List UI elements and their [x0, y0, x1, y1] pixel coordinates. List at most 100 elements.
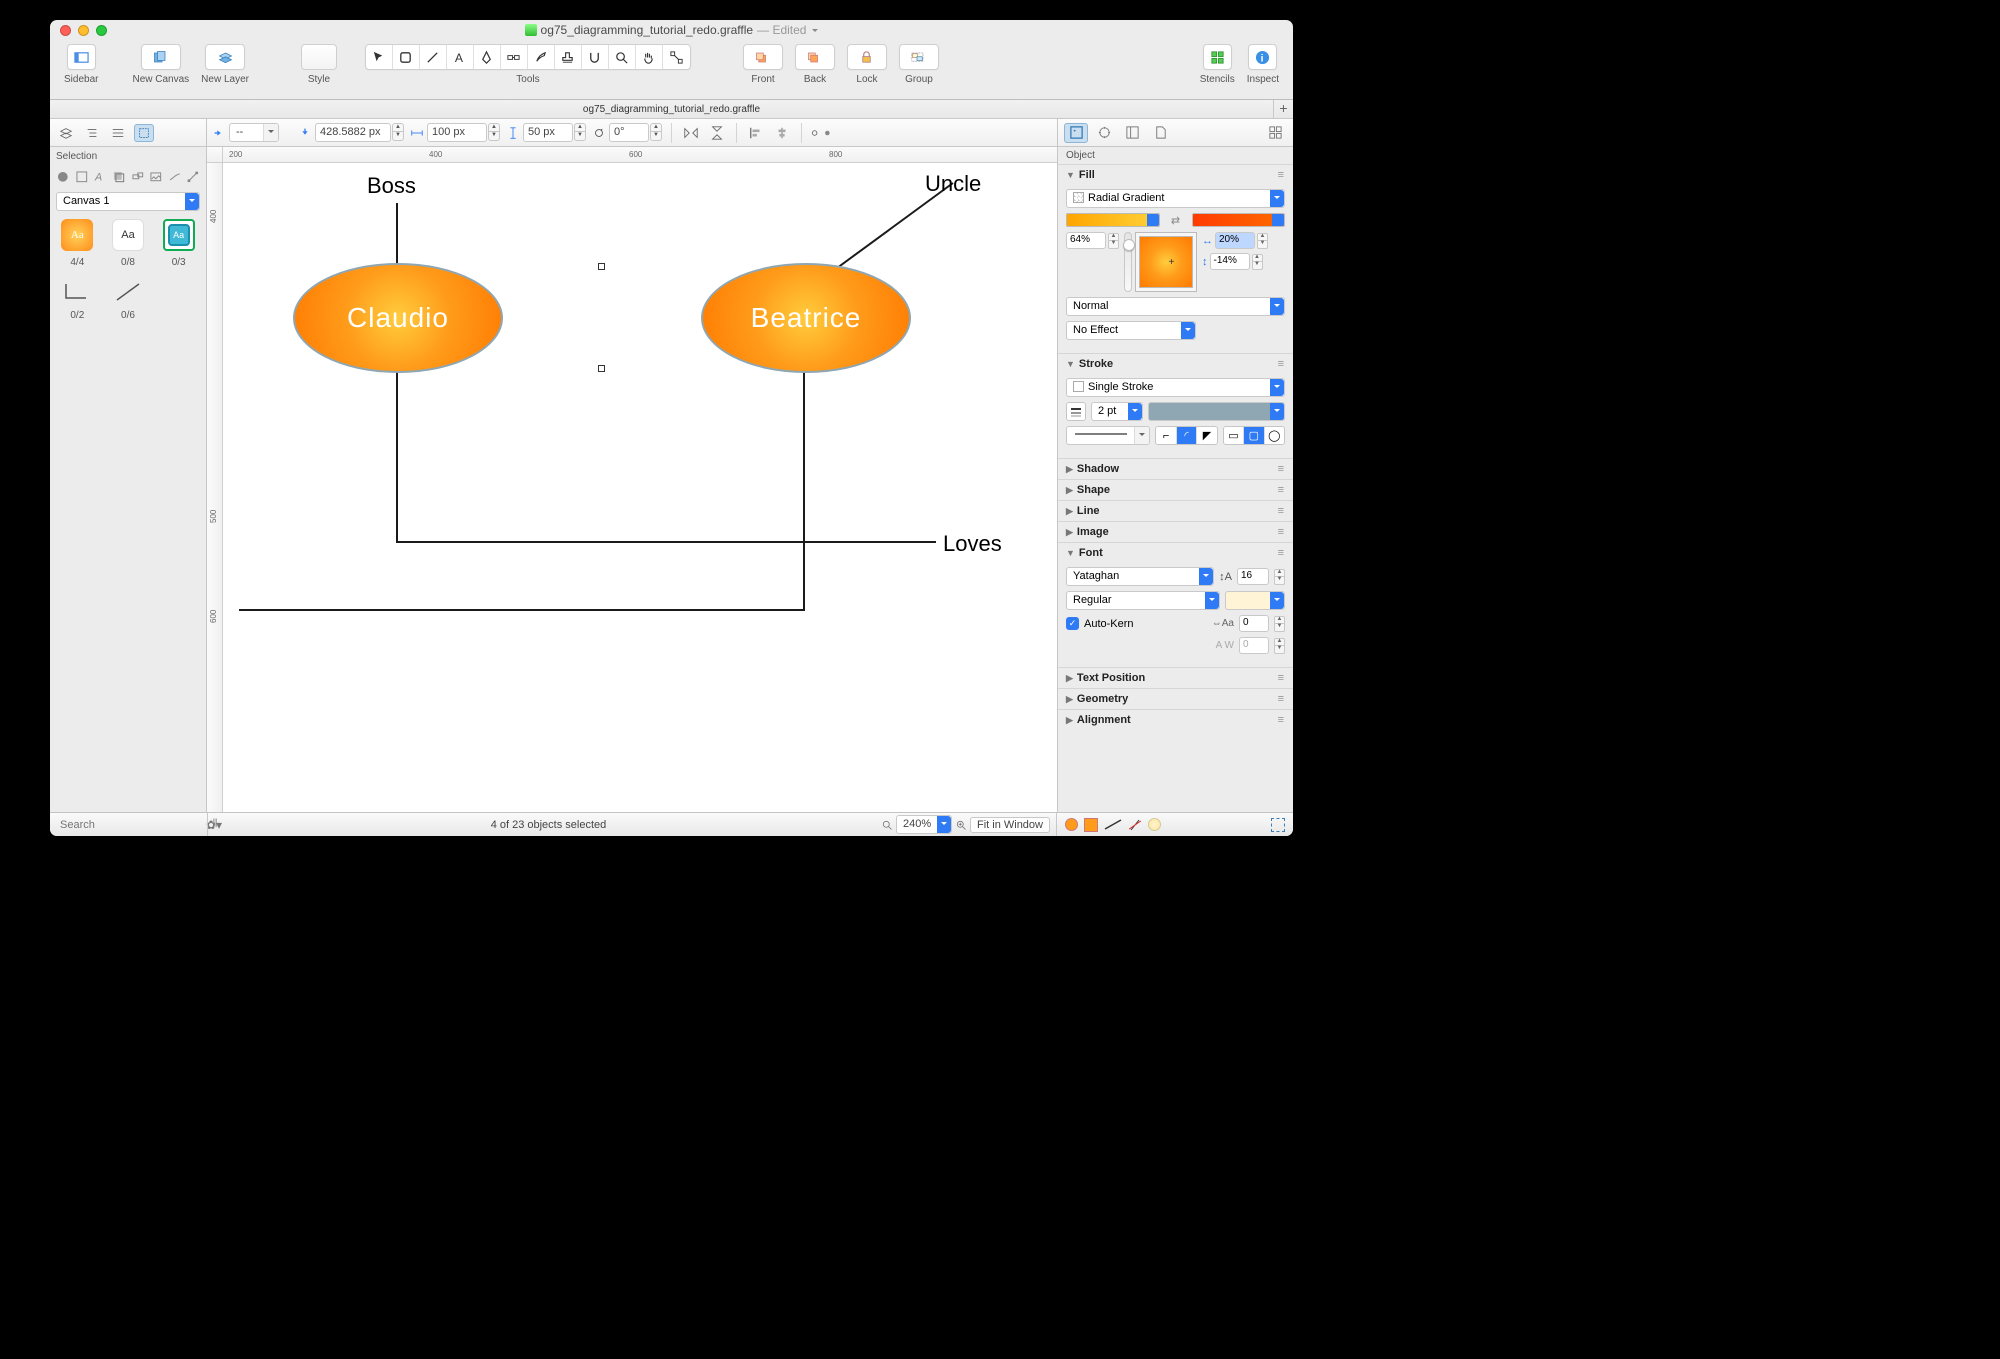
section-menu-icon[interactable]: ≡ — [1278, 714, 1285, 726]
node-claudio[interactable]: Claudio — [293, 263, 503, 373]
cap-style-seg[interactable]: ▭▢◯ — [1223, 426, 1285, 445]
outline-tab[interactable] — [82, 124, 102, 142]
object-inspector-tab[interactable] — [1064, 123, 1088, 143]
bring-front-button[interactable] — [744, 45, 782, 69]
section-menu-icon[interactable]: ≡ — [1278, 169, 1285, 181]
filter-connections-icon[interactable] — [186, 170, 200, 184]
zoom-tool[interactable] — [609, 45, 636, 69]
filter-line-icon[interactable] — [168, 170, 182, 184]
node-beatrice[interactable]: Beatrice — [701, 263, 911, 373]
disclosure-triangle-icon[interactable]: ▶ — [1066, 527, 1073, 538]
font-color-select[interactable] — [1225, 591, 1285, 610]
stepper-up[interactable]: ▲ — [488, 123, 500, 132]
stepper-down[interactable]: ▼ — [392, 132, 404, 141]
section-menu-icon[interactable]: ≡ — [1278, 547, 1285, 559]
selection-handle[interactable] — [598, 365, 605, 372]
stepper-down[interactable]: ▼ — [650, 132, 662, 141]
flip-h-button[interactable] — [680, 123, 702, 143]
ruler-horizontal[interactable]: 200 400 600 800 — [207, 147, 1057, 163]
style-dot-line[interactable] — [1104, 818, 1122, 831]
canvas-inspector-tab[interactable] — [1120, 123, 1144, 143]
stepper-up[interactable]: ▲ — [650, 123, 662, 132]
stepper[interactable]: ▲▼ — [1274, 638, 1285, 654]
presentation-icon[interactable] — [1271, 818, 1285, 832]
section-menu-icon[interactable]: ≡ — [1278, 463, 1285, 475]
gradient-color-1[interactable] — [1066, 213, 1160, 227]
new-canvas-button[interactable] — [142, 45, 180, 69]
align-center-h-button[interactable] — [771, 123, 793, 143]
distribute-button[interactable] — [810, 123, 832, 143]
corner-style-seg[interactable]: ⌐◜◤ — [1155, 426, 1217, 445]
fill-type-select[interactable]: Radial Gradient — [1066, 189, 1285, 208]
section-menu-icon[interactable]: ≡ — [1278, 672, 1285, 684]
stepper-up[interactable]: ▲ — [392, 123, 404, 132]
disclosure-triangle-icon[interactable]: ▶ — [1066, 506, 1073, 517]
label-loves[interactable]: Loves — [943, 531, 1002, 557]
disclosure-triangle-icon[interactable]: ▶ — [1066, 694, 1073, 705]
style-dot-shadow[interactable] — [1148, 818, 1161, 831]
disclosure-triangle-icon[interactable]: ▶ — [1066, 715, 1073, 726]
disclosure-triangle-icon[interactable]: ▶ — [1066, 464, 1073, 475]
font-weight-select[interactable]: Regular — [1066, 591, 1220, 610]
label-boss[interactable]: Boss — [367, 173, 416, 199]
magnet-tool[interactable] — [582, 45, 609, 69]
select-tool[interactable] — [366, 45, 393, 69]
add-tab-button[interactable]: + — [1273, 100, 1293, 119]
style-dot-stroke[interactable] — [1084, 818, 1098, 832]
stroke-align-icon[interactable] — [1066, 402, 1086, 421]
pen-tool[interactable] — [474, 45, 501, 69]
stroke-width-select[interactable]: 2 pt — [1091, 402, 1143, 421]
point-edit-tool[interactable] — [663, 45, 690, 69]
docbar-filename[interactable]: og75_diagramming_tutorial_redo.graffle — [583, 104, 760, 115]
group-button[interactable] — [900, 45, 938, 69]
lock-button[interactable] — [848, 45, 886, 69]
gradient-cy-field[interactable]: -14% — [1210, 253, 1250, 270]
line-bottom[interactable] — [239, 609, 805, 611]
filter-stroke-icon[interactable] — [75, 170, 89, 184]
new-layer-button[interactable] — [206, 45, 244, 69]
grid-inspector-tab[interactable] — [1263, 123, 1287, 143]
section-menu-icon[interactable]: ≡ — [1278, 505, 1285, 517]
style-dot-text[interactable] — [1128, 818, 1142, 832]
ruler-vertical[interactable]: 400 500 600 — [207, 163, 223, 812]
style-brush-tool[interactable] — [528, 45, 555, 69]
gradient-preview[interactable] — [1139, 236, 1193, 288]
swap-colors-icon[interactable]: ⇄ — [1165, 214, 1187, 227]
stepper-down[interactable]: ▼ — [488, 132, 500, 141]
section-menu-icon[interactable]: ≡ — [1278, 484, 1285, 496]
stepper-up[interactable]: ▲ — [574, 123, 586, 132]
stencils-button[interactable] — [1204, 45, 1231, 69]
stepper[interactable]: ▲▼ — [1108, 233, 1119, 249]
canvas-select[interactable]: Canvas 1 — [56, 192, 200, 211]
line-thumb-diag[interactable] — [113, 280, 143, 304]
thumb-orange[interactable]: Aa — [61, 219, 93, 251]
x-origin-select[interactable]: -- — [229, 123, 279, 142]
canvas[interactable]: 400 500 600 Boss Uncle Loves — [207, 163, 1057, 812]
section-menu-icon[interactable]: ≡ — [1278, 526, 1285, 538]
disclosure-triangle-icon[interactable]: ▶ — [1066, 673, 1073, 684]
search-input[interactable] — [60, 819, 202, 831]
send-back-button[interactable] — [796, 45, 834, 69]
section-menu-icon[interactable]: ≡ — [1278, 358, 1285, 370]
gradient-color-2[interactable] — [1192, 213, 1286, 227]
height-field[interactable]: 50 px — [523, 123, 573, 142]
disclosure-triangle-icon[interactable]: ▼ — [1066, 170, 1075, 180]
line-loves-vl[interactable] — [396, 363, 398, 543]
stepper-down[interactable]: ▼ — [574, 132, 586, 141]
hand-tool[interactable] — [636, 45, 663, 69]
disclosure-triangle-icon[interactable]: ▶ — [1066, 485, 1073, 496]
filter-fill-icon[interactable] — [56, 170, 70, 184]
list-tab[interactable] — [108, 124, 128, 142]
thumb-blue[interactable]: Aa — [168, 224, 190, 246]
properties-inspector-tab[interactable] — [1092, 123, 1116, 143]
line-loves-h[interactable] — [396, 541, 936, 543]
shape-tool[interactable] — [393, 45, 420, 69]
disclosure-triangle-icon[interactable]: ▼ — [1066, 359, 1075, 369]
rotation-field[interactable]: 0° — [609, 123, 649, 142]
x-position-field[interactable]: 428.5882 px — [315, 123, 391, 142]
stepper[interactable]: ▲▼ — [1274, 616, 1285, 632]
stepper[interactable]: ▲▼ — [1252, 254, 1263, 270]
flip-v-button[interactable] — [706, 123, 728, 143]
line-loves-vr[interactable] — [803, 363, 805, 611]
line-dash-select[interactable] — [1066, 426, 1150, 445]
